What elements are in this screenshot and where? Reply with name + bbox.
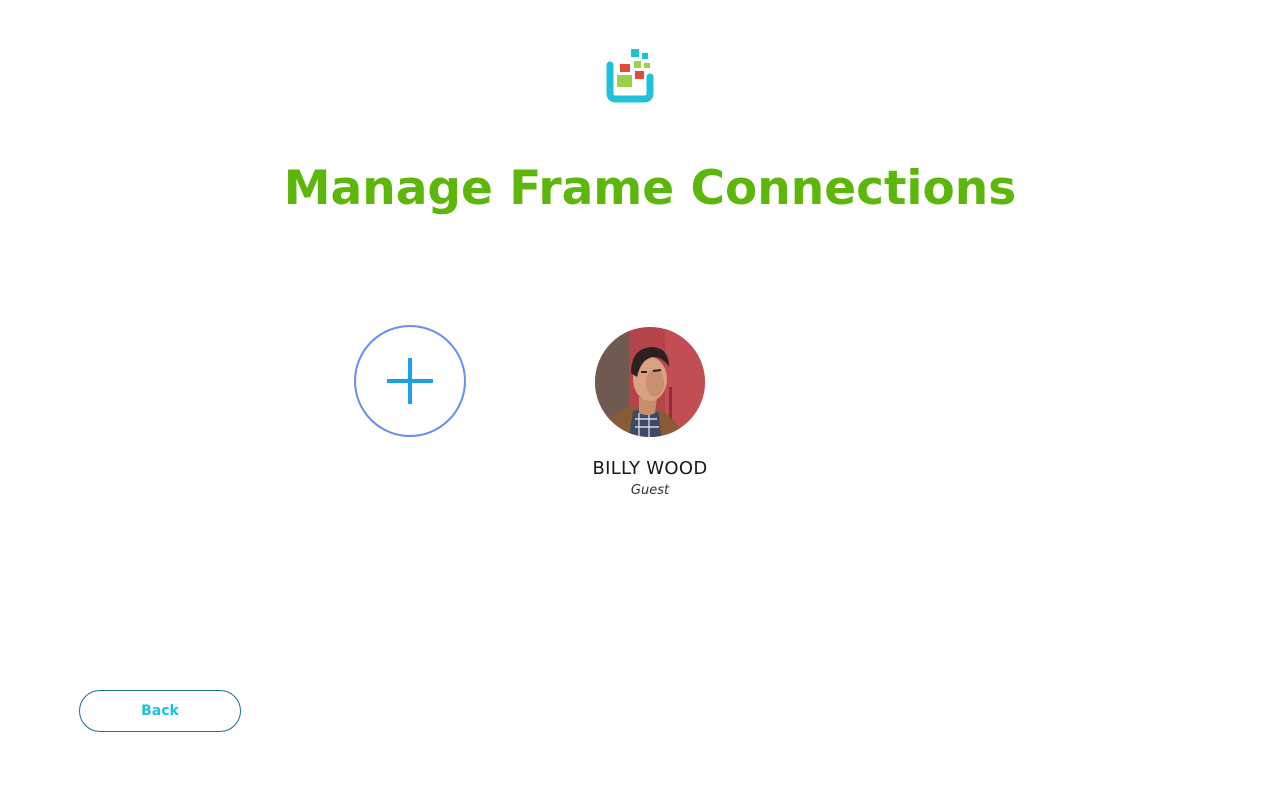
connection-card[interactable]: BILLY WOOD Guest xyxy=(560,327,740,501)
page-title: Manage Frame Connections xyxy=(283,161,1017,216)
manage-connections-screen: Manage Frame Connections BILLY WOOD Gues… xyxy=(0,0,1280,800)
frame-app-logo-icon xyxy=(604,47,656,103)
plus-icon xyxy=(387,358,433,404)
connection-name: BILLY WOOD xyxy=(592,458,708,479)
connection-role: Guest xyxy=(630,483,670,498)
back-button[interactable]: Back xyxy=(79,690,241,732)
avatar[interactable] xyxy=(595,327,705,437)
add-connection-button[interactable] xyxy=(354,325,466,437)
